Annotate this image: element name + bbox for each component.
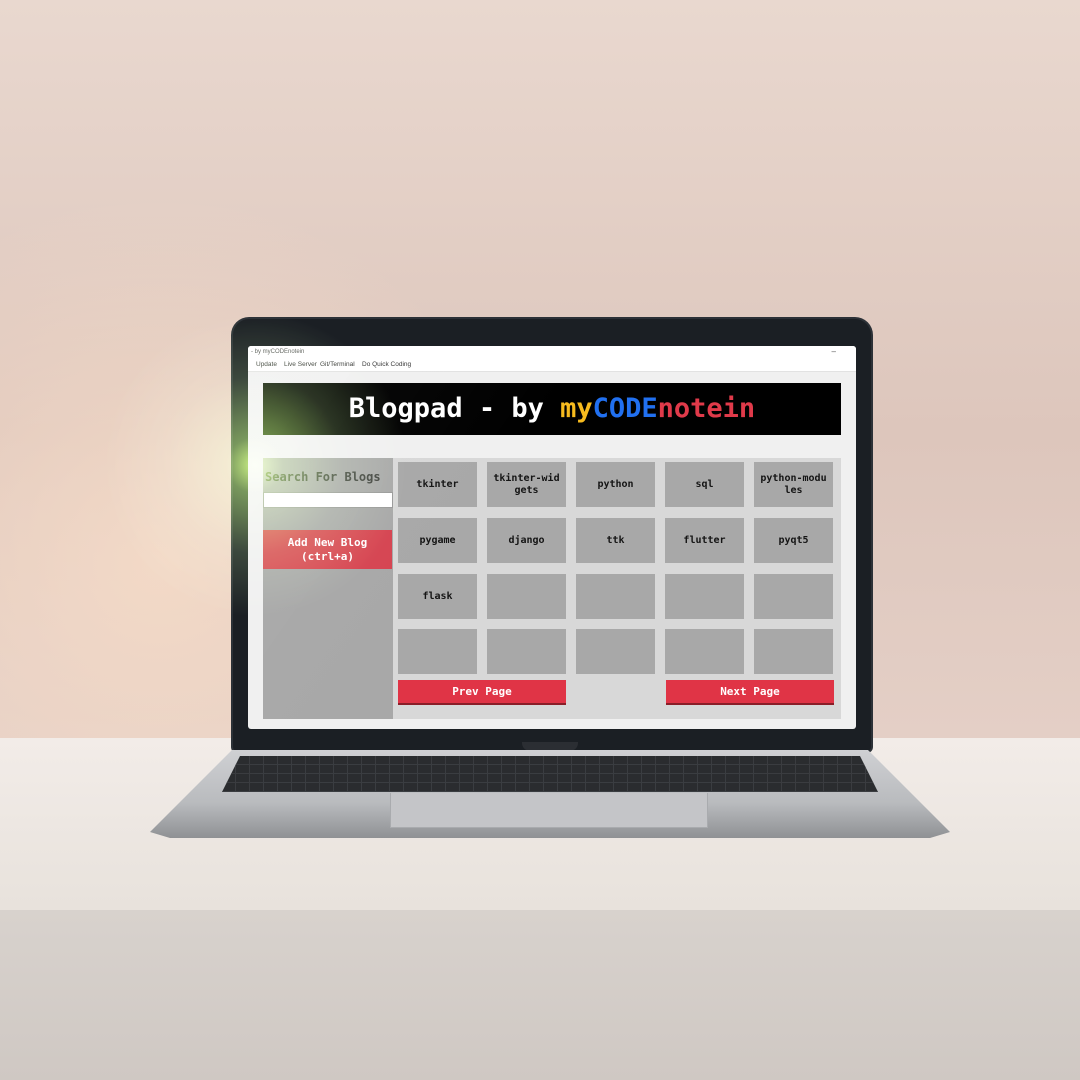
app-banner: Blogpad - by myCODEnotein xyxy=(263,383,841,435)
blog-tile-ttk[interactable]: ttk xyxy=(576,518,655,563)
laptop-screen: - by myCODEnotein – Update Live Server G… xyxy=(248,346,856,729)
add-new-blog-button[interactable]: Add New Blog (ctrl+a) xyxy=(263,530,392,569)
blog-tile-empty[interactable] xyxy=(487,574,566,619)
minimize-icon[interactable]: – xyxy=(832,346,836,358)
blog-tile-python[interactable]: python xyxy=(576,462,655,507)
blog-tile-empty[interactable] xyxy=(754,574,833,619)
blog-grid: tkinter tkinter-widgets python sql pytho… xyxy=(393,458,841,719)
banner-code: CODE xyxy=(592,393,658,424)
laptop-touchpad xyxy=(390,793,708,828)
menu-item-git-terminal[interactable]: Git/Terminal xyxy=(320,358,355,371)
next-page-button[interactable]: Next Page xyxy=(666,680,834,705)
blog-tile-tkinter[interactable]: tkinter xyxy=(398,462,477,507)
blog-tile-python-modules[interactable]: python-modules xyxy=(754,462,833,507)
sidebar: Search For Blogs Add New Blog (ctrl+a) xyxy=(263,458,393,719)
menu-item-do-quick-coding[interactable]: Do Quick Coding xyxy=(362,358,411,371)
blog-tile-flutter[interactable]: flutter xyxy=(665,518,744,563)
menu-item-live-server[interactable]: Live Server xyxy=(284,358,317,371)
window-titlebar: - by myCODEnotein – xyxy=(248,346,856,358)
desk-edge xyxy=(0,910,1080,1080)
blog-tile-empty[interactable] xyxy=(487,629,566,674)
banner-prefix: Blogpad - by xyxy=(348,393,561,424)
search-input[interactable] xyxy=(263,492,393,508)
blog-tile-flask[interactable]: flask xyxy=(398,574,477,619)
blog-tile-sql[interactable]: sql xyxy=(665,462,744,507)
banner-notein: notein xyxy=(657,393,756,424)
photo-scene: - by myCODEnotein – Update Live Server G… xyxy=(0,0,1080,1080)
blog-tile-pyqt5[interactable]: pyqt5 xyxy=(754,518,833,563)
window-title: - by myCODEnotein xyxy=(251,349,305,355)
laptop-hinge xyxy=(522,742,578,751)
menu-bar: Update Live Server Git/Terminal Do Quick… xyxy=(248,358,856,372)
blog-tile-empty[interactable] xyxy=(398,629,477,674)
blog-tile-empty[interactable] xyxy=(665,574,744,619)
blog-tile-tkinter-widgets[interactable]: tkinter-widgets xyxy=(487,462,566,507)
search-label: Search For Blogs xyxy=(265,470,381,484)
blog-tile-empty[interactable] xyxy=(576,574,655,619)
menu-item-update[interactable]: Update xyxy=(256,358,277,371)
blog-tile-django[interactable]: django xyxy=(487,518,566,563)
prev-page-button[interactable]: Prev Page xyxy=(398,680,566,705)
laptop-keyboard xyxy=(222,756,878,792)
blog-tile-empty[interactable] xyxy=(576,629,655,674)
blog-tile-empty[interactable] xyxy=(665,629,744,674)
banner-my: my xyxy=(560,393,593,424)
blog-tile-pygame[interactable]: pygame xyxy=(398,518,477,563)
blog-tile-empty[interactable] xyxy=(754,629,833,674)
